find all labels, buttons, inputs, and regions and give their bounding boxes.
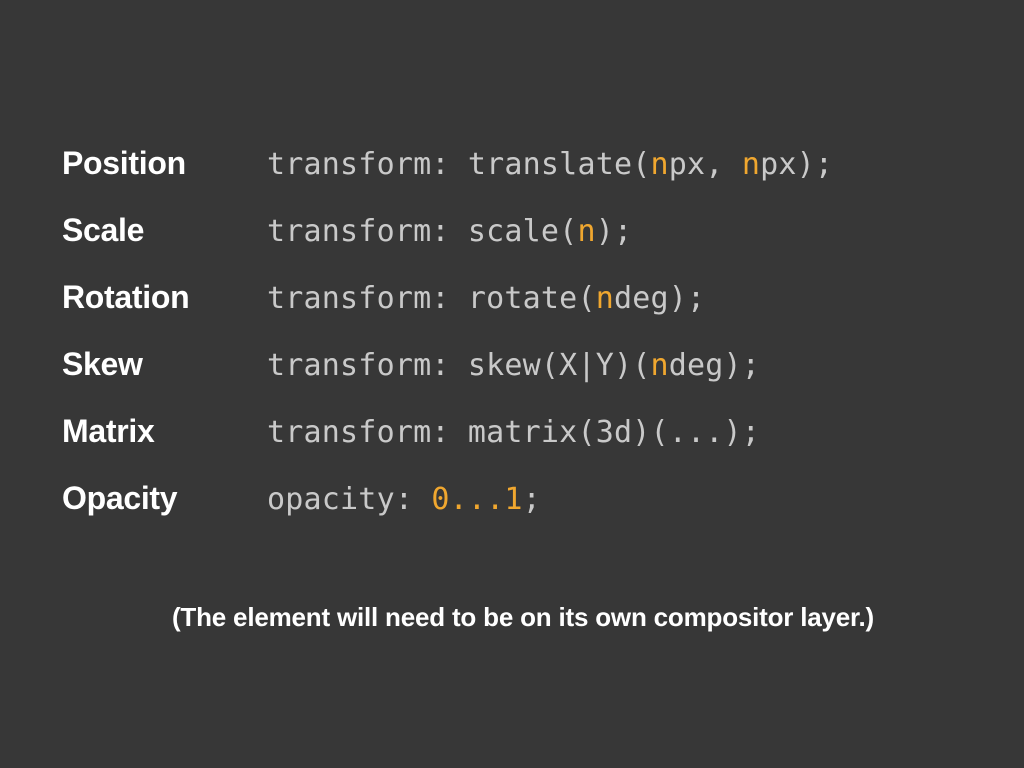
code-text: ; [523, 482, 541, 517]
code-text: px, [669, 147, 742, 182]
code-text: transform: matrix(3d)(...); [267, 415, 760, 450]
code-text: ); [596, 214, 633, 249]
code-position: transform: translate(npx, npx); [267, 147, 984, 182]
label-skew: Skew [62, 346, 267, 383]
code-variable: n [577, 214, 595, 249]
code-skew: transform: skew(X|Y)(ndeg); [267, 348, 984, 383]
code-text: deg); [669, 348, 760, 383]
code-opacity: opacity: 0...1; [267, 482, 984, 517]
label-scale: Scale [62, 212, 267, 249]
label-opacity: Opacity [62, 480, 267, 517]
code-text: transform: scale( [267, 214, 577, 249]
label-matrix: Matrix [62, 413, 267, 450]
code-text: px); [760, 147, 833, 182]
code-variable: n [651, 348, 669, 383]
code-scale: transform: scale(n); [267, 214, 984, 249]
code-variable: n [596, 281, 614, 316]
code-variable: n [742, 147, 760, 182]
code-text: transform: translate( [267, 147, 651, 182]
label-rotation: Rotation [62, 279, 267, 316]
code-rotation: transform: rotate(ndeg); [267, 281, 984, 316]
label-position: Position [62, 145, 267, 182]
code-variable: 0...1 [431, 482, 522, 517]
code-variable: n [651, 147, 669, 182]
code-text: opacity: [267, 482, 431, 517]
code-text: deg); [614, 281, 705, 316]
code-text: transform: rotate( [267, 281, 596, 316]
property-table: Positiontransform: translate(npx, npx);S… [62, 145, 984, 517]
code-text: transform: skew(X|Y)( [267, 348, 651, 383]
code-matrix: transform: matrix(3d)(...); [267, 415, 984, 450]
footnote: (The element will need to be on its own … [62, 602, 984, 633]
